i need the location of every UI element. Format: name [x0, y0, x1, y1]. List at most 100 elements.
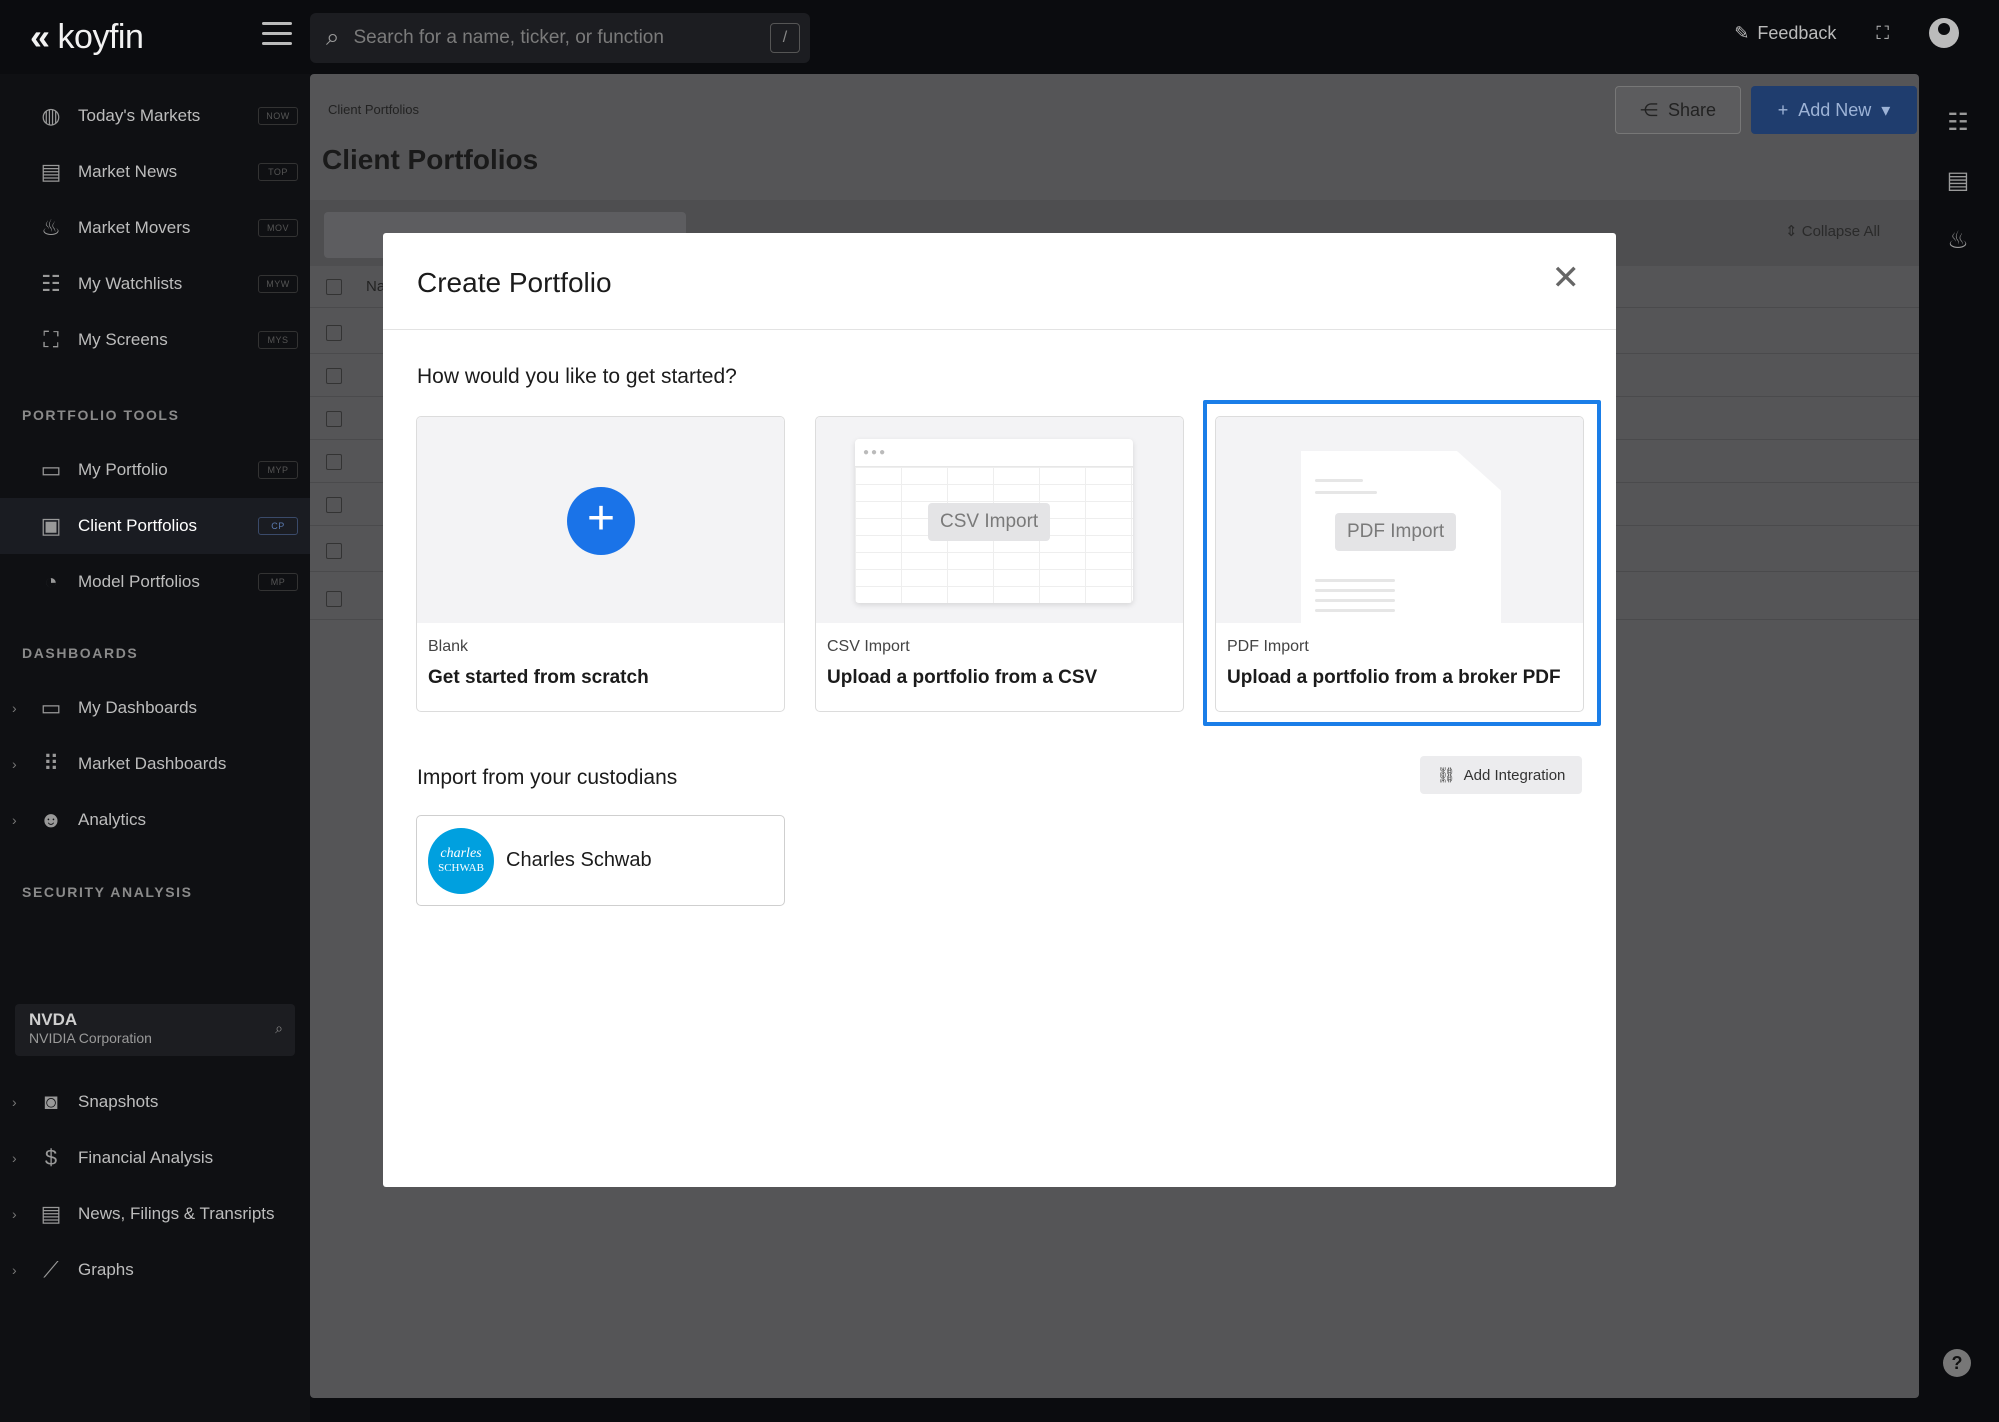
card-thumbnail: ●●● CSV Import	[816, 417, 1183, 623]
add-new-label: Add New	[1798, 99, 1872, 120]
newspaper-icon: ▤	[40, 1201, 62, 1226]
sidebar-item-model-portfolios[interactable]: ◔ Model Portfolios MP	[0, 554, 310, 610]
topbar-actions: ✎ Feedback ⛶	[1734, 18, 1959, 48]
section-title-portfolio-tools: PORTFOLIO TOOLS	[22, 407, 180, 423]
add-integration-button[interactable]: ⛓ Add Integration	[1420, 756, 1582, 794]
sidebar-item-label: My Watchlists	[78, 274, 183, 293]
sidebar-item-label: Snapshots	[78, 1092, 159, 1111]
sidebar-item-market-dashboards[interactable]: › ⠿ Market Dashboards	[0, 736, 310, 792]
row-checkbox[interactable]	[326, 411, 342, 427]
shortcut-badge: MYS	[258, 331, 298, 349]
row-checkbox[interactable]	[326, 454, 342, 470]
search-icon: ⌕	[326, 24, 340, 51]
sidebar-item-graphs[interactable]: › ⟋ Graphs	[0, 1242, 310, 1298]
user-icon: ☻	[39, 807, 63, 832]
menu-icon[interactable]	[262, 22, 292, 48]
shortcut-badge: MOV	[258, 219, 298, 237]
ticker-name: NVIDIA Corporation	[29, 1030, 152, 1046]
feedback-button[interactable]: ✎ Feedback	[1734, 23, 1836, 44]
sidebar-item-my-watchlists[interactable]: ☷ My Watchlists MYW	[0, 256, 310, 312]
camera-icon: ◙	[44, 1089, 58, 1114]
flame-icon[interactable]: ♨	[1941, 224, 1975, 258]
sidebar-item-label: Market Dashboards	[78, 754, 227, 773]
sidebar-item-market-news[interactable]: ▤ Market News TOP	[0, 144, 310, 200]
section-title-security-analysis: SECURITY ANALYSIS	[22, 884, 193, 900]
line-chart-icon: ⟋	[43, 1257, 59, 1282]
sidebar-item-my-portfolio[interactable]: ▭ My Portfolio MYP	[0, 442, 310, 498]
row-checkbox[interactable]	[326, 325, 342, 341]
ticker-selector[interactable]: NVDA NVIDIA Corporation ⌕	[15, 1004, 295, 1056]
newspaper-icon[interactable]: ▤	[1941, 164, 1975, 198]
shortcut-badge: MP	[258, 573, 298, 591]
feedback-label: Feedback	[1757, 22, 1837, 43]
modal-question: How would you like to get started?	[417, 365, 737, 388]
sidebar-item-label: Client Portfolios	[78, 516, 198, 535]
row-checkbox[interactable]	[326, 591, 342, 607]
row-checkbox[interactable]	[326, 497, 342, 513]
top-bar: « koyfin ⌕ Search for a name, ticker, or…	[0, 0, 1999, 74]
grid-icon: ⠿	[42, 751, 60, 776]
wallet-icon: ▭	[40, 457, 62, 482]
sidebar: ◍ Today's Markets NOW ▤ Market News TOP …	[0, 74, 310, 1422]
chevron-right-icon: ›	[12, 1262, 17, 1278]
fullscreen-icon[interactable]: ⛶	[1876, 23, 1889, 44]
select-all-checkbox[interactable]	[326, 279, 342, 295]
share-label: Share	[1667, 99, 1717, 120]
sidebar-item-market-movers[interactable]: ♨ Market Movers MOV	[0, 200, 310, 256]
sidebar-item-client-portfolios[interactable]: ▣ Client Portfolios CP	[0, 498, 310, 554]
chevron-right-icon: ›	[12, 1150, 17, 1166]
card-description: Get started from scratch	[428, 667, 649, 688]
feedback-icon: ✎	[1734, 22, 1750, 43]
ticker-symbol: NVDA	[29, 1010, 78, 1029]
close-icon[interactable]: ✕	[1552, 261, 1581, 295]
watchlist-icon[interactable]: ☷	[1941, 106, 1975, 140]
shortcut-badge: CP	[258, 517, 298, 535]
user-avatar-icon[interactable]	[1929, 18, 1959, 48]
share-button[interactable]: ⋲ Share	[1615, 86, 1741, 134]
sidebar-item-snapshots[interactable]: › ◙ Snapshots	[0, 1074, 310, 1130]
breadcrumb[interactable]: Client Portfolios	[328, 102, 419, 117]
collapse-icon: ⇕	[1785, 223, 1798, 240]
chevron-right-icon: ›	[12, 1094, 17, 1110]
newspaper-icon: ▤	[40, 159, 62, 184]
shortcut-badge: TOP	[258, 163, 298, 181]
custodian-card-charles-schwab[interactable]: charles SCHWAB Charles Schwab	[416, 815, 785, 906]
sidebar-item-my-dashboards[interactable]: › ▭ My Dashboards	[0, 680, 310, 736]
sidebar-item-label: News, Filings & Transripts	[78, 1204, 275, 1223]
screens-icon: ⛶	[43, 327, 59, 352]
koyfin-logo[interactable]: « koyfin	[30, 16, 144, 58]
csv-import-option-card[interactable]: ●●● CSV Import CSV Import Upload a portf…	[815, 416, 1184, 712]
chevron-right-icon: ›	[12, 756, 17, 772]
shortcut-badge: MYW	[258, 275, 298, 293]
card-kind: CSV Import	[827, 638, 910, 655]
sidebar-item-todays-markets[interactable]: ◍ Today's Markets NOW	[0, 88, 310, 144]
search-shortcut-key: /	[770, 23, 800, 53]
page-title: Client Portfolios	[322, 144, 539, 175]
sidebar-item-label: Market Movers	[78, 218, 191, 237]
global-search-input[interactable]: ⌕ Search for a name, ticker, or function…	[310, 13, 810, 63]
link-icon: ⛓	[1436, 767, 1456, 784]
plus-icon: +	[1777, 99, 1789, 120]
row-checkbox[interactable]	[326, 368, 342, 384]
sidebar-item-financial-analysis[interactable]: › $ Financial Analysis	[0, 1130, 310, 1186]
selection-highlight	[1203, 400, 1601, 726]
sidebar-item-news-filings[interactable]: › ▤ News, Filings & Transripts	[0, 1186, 310, 1242]
chevron-right-icon: ›	[12, 812, 17, 828]
flame-icon: ♨	[41, 215, 61, 240]
row-checkbox[interactable]	[326, 543, 342, 559]
add-integration-label: Add Integration	[1463, 766, 1566, 784]
add-new-button[interactable]: + Add New ▾	[1751, 86, 1917, 134]
chevron-right-icon: ›	[12, 1206, 17, 1222]
sidebar-item-my-screens[interactable]: ⛶ My Screens MYS	[0, 312, 310, 368]
create-portfolio-modal: Create Portfolio ✕ How would you like to…	[383, 233, 1616, 1187]
help-icon[interactable]: ?	[1943, 1349, 1971, 1377]
watchlist-icon: ☷	[41, 271, 61, 296]
blank-option-card[interactable]: + Blank Get started from scratch	[416, 416, 785, 712]
briefcase-icon: ▣	[40, 513, 62, 538]
sidebar-item-label: My Portfolio	[78, 460, 168, 479]
chevron-down-icon: ▾	[1881, 99, 1891, 120]
custodian-name: Charles Schwab	[506, 849, 652, 871]
logo-line-1: charles	[440, 846, 482, 861]
collapse-all-button[interactable]: ⇕ Collapse All	[1785, 222, 1880, 240]
sidebar-item-analytics[interactable]: › ☻ Analytics	[0, 792, 310, 848]
